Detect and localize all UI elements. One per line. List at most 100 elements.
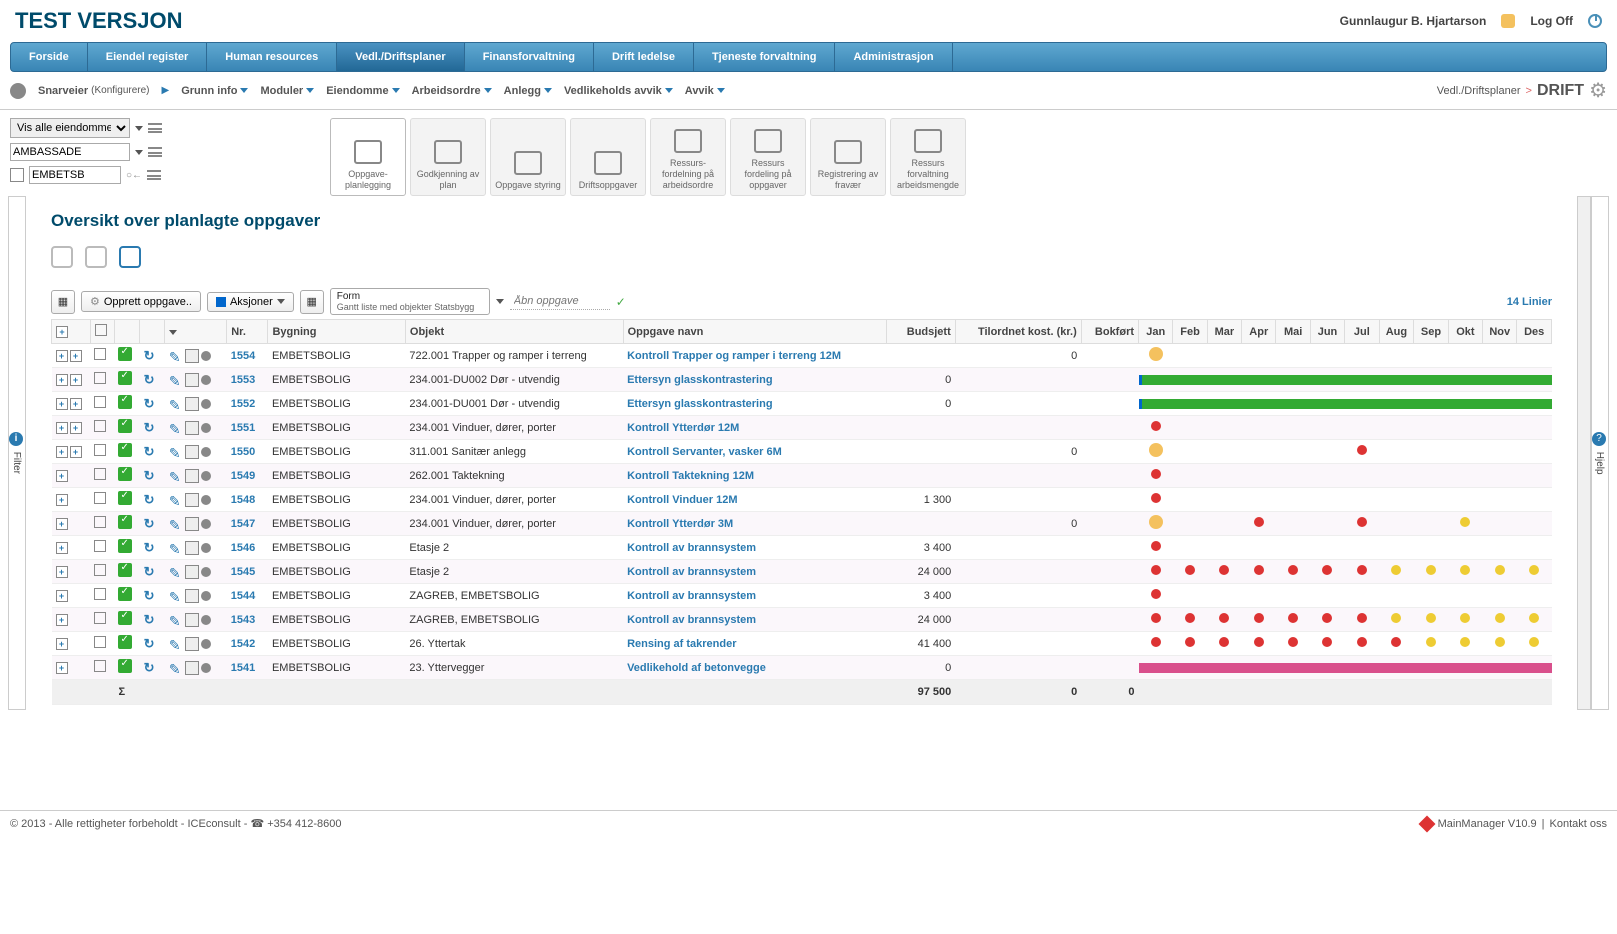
subnav-anlegg[interactable]: Anlegg (504, 85, 552, 97)
row-checkbox[interactable] (94, 372, 106, 384)
row-oppgave[interactable]: Kontroll av brannsystem (623, 584, 886, 608)
tool-godkjenningavplan[interactable]: Godkjenning av plan (410, 118, 486, 196)
expand-icon[interactable]: + (70, 446, 82, 458)
edit-icon[interactable] (169, 349, 183, 363)
row-checkbox[interactable] (94, 492, 106, 504)
refresh-icon[interactable] (144, 516, 158, 530)
row-checkbox[interactable] (94, 540, 106, 552)
row-nr[interactable]: 1547 (227, 512, 268, 536)
row-oppgave[interactable]: Kontroll Taktekning 12M (623, 464, 886, 488)
calendar-icon[interactable] (185, 565, 199, 579)
settings-gear-icon[interactable]: ⚙ (1589, 78, 1607, 103)
row-oppgave[interactable]: Kontroll Ytterdør 12M (623, 416, 886, 440)
refresh-icon[interactable] (144, 612, 158, 626)
edit-icon[interactable] (169, 613, 183, 627)
calendar-icon[interactable] (185, 517, 199, 531)
expand-icon[interactable]: + (56, 470, 68, 482)
row-nr[interactable]: 1553 (227, 368, 268, 392)
calendar-icon[interactable] (119, 246, 141, 268)
col-nr[interactable]: Nr. (227, 320, 268, 344)
row-nr[interactable]: 1546 (227, 536, 268, 560)
edit-icon[interactable] (169, 637, 183, 651)
expand-icon[interactable]: + (56, 374, 68, 386)
row-nr[interactable]: 1551 (227, 416, 268, 440)
user-name[interactable]: Gunnlaugur B. Hjartarson (1340, 14, 1487, 28)
edit-icon[interactable] (169, 589, 183, 603)
edit-icon[interactable] (169, 421, 183, 435)
property-select[interactable]: Vis alle eiendommer (10, 118, 130, 138)
expand-all-icon[interactable]: + (56, 326, 68, 338)
list-icon[interactable] (148, 123, 162, 133)
row-nr[interactable]: 1548 (227, 488, 268, 512)
nav-tab-vedldriftsplaner[interactable]: Vedl./Driftsplaner (337, 43, 464, 71)
check-icon[interactable]: ✓ (616, 295, 626, 309)
dropdown-icon[interactable] (496, 299, 504, 304)
calendar-icon[interactable] (185, 637, 199, 651)
edit-icon[interactable] (169, 445, 183, 459)
row-nr[interactable]: 1544 (227, 584, 268, 608)
row-oppgave[interactable]: Vedlikehold af betonvegge (623, 656, 886, 680)
expand-icon[interactable]: + (70, 374, 82, 386)
row-oppgave[interactable]: Ettersyn glasskontrastering (623, 392, 886, 416)
embetsb-input[interactable] (29, 166, 121, 184)
col-tilordnet[interactable]: Tilordnet kost. (kr.) (955, 320, 1081, 344)
power-icon[interactable] (1588, 14, 1602, 28)
calendar-icon[interactable] (185, 613, 199, 627)
sort-icon[interactable] (169, 330, 177, 335)
col-bygning[interactable]: Bygning (268, 320, 405, 344)
row-checkbox[interactable] (94, 564, 106, 576)
list-icon[interactable] (148, 147, 162, 157)
breadcrumb-parent[interactable]: Vedl./Driftsplaner (1437, 85, 1521, 97)
col-bokfort[interactable]: Bokført (1081, 320, 1138, 344)
refresh-icon[interactable] (144, 468, 158, 482)
grid-settings-button[interactable]: ▦ (51, 290, 75, 314)
row-oppgave[interactable]: Kontroll Servanter, vasker 6M (623, 440, 886, 464)
row-checkbox[interactable] (94, 588, 106, 600)
tool-registreringavfravr[interactable]: Registrering av fravær (810, 118, 886, 196)
row-checkbox[interactable] (94, 468, 106, 480)
expand-icon[interactable]: + (56, 350, 68, 362)
calendar-icon[interactable] (185, 445, 199, 459)
row-oppgave[interactable]: Kontroll Trapper og ramper i terreng 12M (623, 344, 886, 368)
calendar-icon[interactable] (185, 541, 199, 555)
contact-link[interactable]: Kontakt oss (1550, 818, 1607, 830)
logoff-link[interactable]: Log Off (1530, 14, 1573, 28)
row-oppgave[interactable]: Ettersyn glasskontrastering (623, 368, 886, 392)
refresh-icon[interactable] (144, 396, 158, 410)
edit-icon[interactable] (169, 565, 183, 579)
row-oppgave[interactable]: Kontroll av brannsystem (623, 608, 886, 632)
subnav-moduler[interactable]: Moduler (260, 85, 314, 97)
refresh-icon[interactable] (144, 636, 158, 650)
row-checkbox[interactable] (94, 420, 106, 432)
refresh-icon[interactable] (144, 444, 158, 458)
row-oppgave[interactable]: Kontroll av brannsystem (623, 560, 886, 584)
edit-icon[interactable] (169, 397, 183, 411)
form-selector[interactable]: Form Gantt liste med objekter Statsbygg (330, 288, 490, 315)
tool-ressursfordelningparbeidsordre[interactable]: Ressurs-fordelning på arbeidsordre (650, 118, 726, 196)
calendar-icon[interactable] (185, 421, 199, 435)
expand-icon[interactable]: + (56, 422, 68, 434)
row-oppgave[interactable]: Kontroll av brannsystem (623, 536, 886, 560)
row-oppgave[interactable]: Rensing af takrender (623, 632, 886, 656)
row-nr[interactable]: 1549 (227, 464, 268, 488)
help-sidebar[interactable]: ? Hjelp (1591, 196, 1609, 710)
refresh-icon[interactable] (144, 660, 158, 674)
refresh-icon[interactable] (144, 372, 158, 386)
refresh-icon[interactable] (144, 348, 158, 362)
expand-icon[interactable]: + (70, 350, 82, 362)
row-nr[interactable]: 1542 (227, 632, 268, 656)
row-checkbox[interactable] (94, 612, 106, 624)
form-icon-button[interactable]: ▦ (300, 290, 324, 314)
calendar-icon[interactable] (185, 661, 199, 675)
expand-icon[interactable]: + (70, 398, 82, 410)
subnav-avvik[interactable]: Avvik (685, 85, 725, 97)
grid-icon[interactable] (10, 168, 24, 182)
search-input[interactable] (510, 293, 610, 310)
calendar-icon[interactable] (185, 589, 199, 603)
tool-oppgaveplanlegging[interactable]: Oppgave-planlegging (330, 118, 406, 196)
person-icon[interactable] (85, 246, 107, 268)
scrollbar[interactable] (1577, 196, 1591, 710)
edit-icon[interactable] (169, 493, 183, 507)
row-oppgave[interactable]: Kontroll Vinduer 12M (623, 488, 886, 512)
filter-sidebar[interactable]: i Filter (8, 196, 26, 710)
